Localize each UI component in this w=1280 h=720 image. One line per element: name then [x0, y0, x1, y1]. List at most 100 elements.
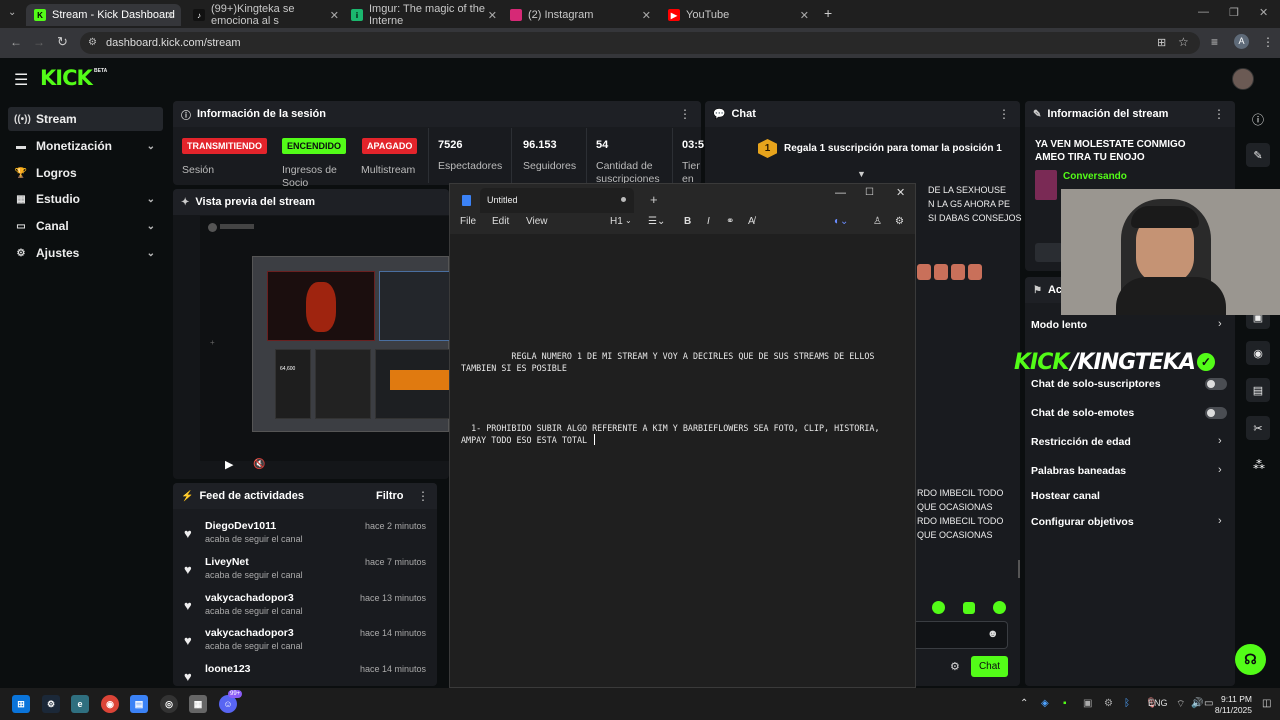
clock-date[interactable]: 8/11/2025	[1213, 705, 1252, 715]
bold-icon[interactable]: B	[684, 216, 691, 227]
stream-title[interactable]: YA VEN MOLESTATE CONMIGO AMEO TIRA TU EN…	[1035, 138, 1215, 164]
notifications-icon[interactable]: ◫	[1262, 698, 1271, 709]
maximize-icon[interactable]: ☐	[865, 187, 874, 198]
new-tab-icon[interactable]: +	[650, 192, 658, 207]
emote-shortcut-icon[interactable]	[993, 601, 1006, 614]
sidebar-item-logros[interactable]: 🏆 Logros	[8, 161, 163, 185]
chevron-right-icon[interactable]: ›	[1218, 435, 1222, 447]
broadcast-icon[interactable]: ◉	[1246, 341, 1270, 365]
back-icon[interactable]: ←	[10, 35, 22, 49]
browser-menu-icon[interactable]: ⋮	[1262, 35, 1274, 49]
chevron-right-icon[interactable]: ›	[1218, 318, 1222, 330]
reading-list-icon[interactable]: ≡	[1211, 35, 1218, 49]
language-indicator[interactable]: ENG	[1148, 698, 1168, 708]
gift-sub-prompt[interactable]: Regala 1 suscripción para tomar la posic…	[784, 143, 1002, 154]
edit-pencil-icon[interactable]: ✎	[1246, 143, 1270, 167]
bookmark-star-icon[interactable]: ☆	[1178, 35, 1189, 49]
follower-name[interactable]: LiveyNet	[205, 556, 249, 568]
close-icon[interactable]: ✕	[488, 9, 497, 22]
reload-icon[interactable]: ↻	[57, 34, 68, 50]
copilot-icon[interactable]: ◐⌄	[834, 216, 848, 227]
obs-icon[interactable]: ◎	[160, 695, 178, 713]
sidebar-item-monetizacion[interactable]: ▬ Monetización ⌄	[8, 134, 163, 158]
sidebar-item-stream[interactable]: ((•)) Stream	[8, 107, 163, 131]
banned-words-option[interactable]: Palabras baneadas	[1031, 465, 1126, 477]
tab-youtube[interactable]: ▶ YouTube ✕	[660, 4, 815, 26]
kebab-menu-icon[interactable]: ⋮	[417, 489, 429, 503]
close-icon[interactable]: ✕	[166, 9, 175, 22]
subscribers-only-toggle[interactable]	[1205, 378, 1227, 390]
chat-input[interactable]: ☻	[916, 621, 1008, 649]
follower-name[interactable]: loone123	[205, 663, 251, 675]
windows-start-icon[interactable]: ⊞	[12, 695, 30, 713]
minimize-icon[interactable]: —	[835, 187, 846, 199]
wifi-icon[interactable]: ⌔	[1176, 698, 1185, 711]
pin-icon[interactable]: ▼	[857, 169, 866, 179]
host-channel-option[interactable]: Hostear canal	[1031, 490, 1100, 502]
steam-icon[interactable]: ⚙	[42, 695, 60, 713]
play-icon[interactable]: ▶	[225, 458, 233, 471]
clock-time[interactable]: 9:11 PM	[1218, 694, 1252, 704]
volume-icon[interactable]: 🔊	[1191, 698, 1203, 709]
close-icon[interactable]: ✕	[642, 9, 651, 22]
kebab-menu-icon[interactable]: ⋮	[679, 107, 691, 121]
tray-app-icon[interactable]: ▣	[1083, 698, 1092, 709]
translate-icon[interactable]: ⊞	[1157, 36, 1166, 49]
hamburger-menu-icon[interactable]: ☰	[14, 70, 28, 90]
notepad-tab[interactable]: Untitled	[480, 188, 634, 213]
notepad-icon[interactable]: ▤	[130, 695, 148, 713]
follower-name[interactable]: vakycachadopor3	[205, 627, 294, 639]
kick-logo[interactable]: KICK	[40, 66, 93, 90]
kebab-menu-icon[interactable]: ⋮	[998, 107, 1010, 121]
notepad-text-area[interactable]: REGLA NUMERO 1 DE MI STREAM Y VOY A DECI…	[450, 234, 915, 687]
emote-shortcut-icon[interactable]	[963, 602, 975, 614]
url-input[interactable]: ⚙ dashboard.kick.com/stream	[80, 32, 1200, 54]
wrench-icon[interactable]: ✂	[1246, 416, 1270, 440]
menu-view[interactable]: View	[526, 216, 548, 227]
list-icon[interactable]: ☰⌄	[648, 216, 665, 227]
tray-app-icon[interactable]: ◈	[1041, 698, 1049, 709]
tab-imgur[interactable]: i Imgur: The magic of the Interne ✕	[343, 3, 503, 27]
profile-avatar[interactable]: A	[1234, 34, 1249, 49]
link-icon[interactable]: ⚭	[726, 216, 734, 227]
user-avatar[interactable]	[1232, 68, 1254, 90]
slow-mode-option[interactable]: Modo lento	[1031, 319, 1087, 331]
chrome-icon[interactable]: ◉	[101, 695, 119, 713]
follower-name[interactable]: DiegoDev1011	[205, 520, 276, 532]
minimize-icon[interactable]: —	[1198, 6, 1209, 18]
window-close-icon[interactable]: ✕	[896, 186, 905, 199]
kebab-menu-icon[interactable]: ⋮	[1213, 107, 1225, 121]
edge-icon[interactable]: e	[71, 695, 89, 713]
collapse-icon[interactable]: +	[210, 338, 215, 347]
tray-steam-icon[interactable]: ⚙	[1104, 698, 1113, 709]
forward-icon[interactable]: →	[33, 35, 45, 49]
calculator-icon[interactable]: ▦	[189, 695, 207, 713]
maximize-icon[interactable]: ❐	[1229, 6, 1239, 19]
tab-tiktok[interactable]: ♪ (99+)Kingteka se emociona al s ✕	[185, 3, 345, 27]
sidebar-item-estudio[interactable]: ▦ Estudio ⌄	[8, 187, 163, 211]
stream-video[interactable]: 64,600 + ▶ 🔇	[200, 216, 450, 471]
sidebar-item-canal[interactable]: ▭ Canal ⌄	[8, 214, 163, 238]
sidebar-item-ajustes[interactable]: ⚙ Ajustes ⌄	[8, 241, 163, 265]
tag-button[interactable]	[1035, 243, 1063, 262]
chat-scrollbar[interactable]	[1018, 560, 1020, 578]
heading-dropdown[interactable]: H1	[610, 216, 623, 227]
tab-kick-dashboard[interactable]: K Stream - Kick Dashboard ✕	[26, 4, 181, 26]
emotes-only-toggle[interactable]	[1205, 407, 1227, 419]
chevron-down-icon[interactable]: ⌄	[625, 216, 632, 225]
nodes-icon[interactable]: ⁂	[1253, 458, 1265, 472]
close-icon[interactable]: ✕	[330, 9, 339, 22]
italic-icon[interactable]: I	[707, 216, 710, 227]
close-icon[interactable]: ✕	[800, 9, 809, 22]
window-close-icon[interactable]: ✕	[1259, 6, 1268, 19]
new-tab-button[interactable]: +	[824, 5, 832, 21]
settings-gear-icon[interactable]: ⚙	[895, 216, 904, 227]
follower-name[interactable]: vakycachadopor3	[205, 592, 294, 604]
bluetooth-icon[interactable]: ᛒ	[1124, 698, 1130, 709]
mute-icon[interactable]: 🔇	[253, 459, 265, 470]
emote-shortcut-icon[interactable]	[932, 601, 945, 614]
configure-goals-option[interactable]: Configurar objetivos	[1031, 516, 1134, 528]
emoji-icon[interactable]: ☻	[987, 628, 999, 640]
menu-edit[interactable]: Edit	[492, 216, 509, 227]
info-icon[interactable]: ⓘ	[1252, 111, 1264, 128]
